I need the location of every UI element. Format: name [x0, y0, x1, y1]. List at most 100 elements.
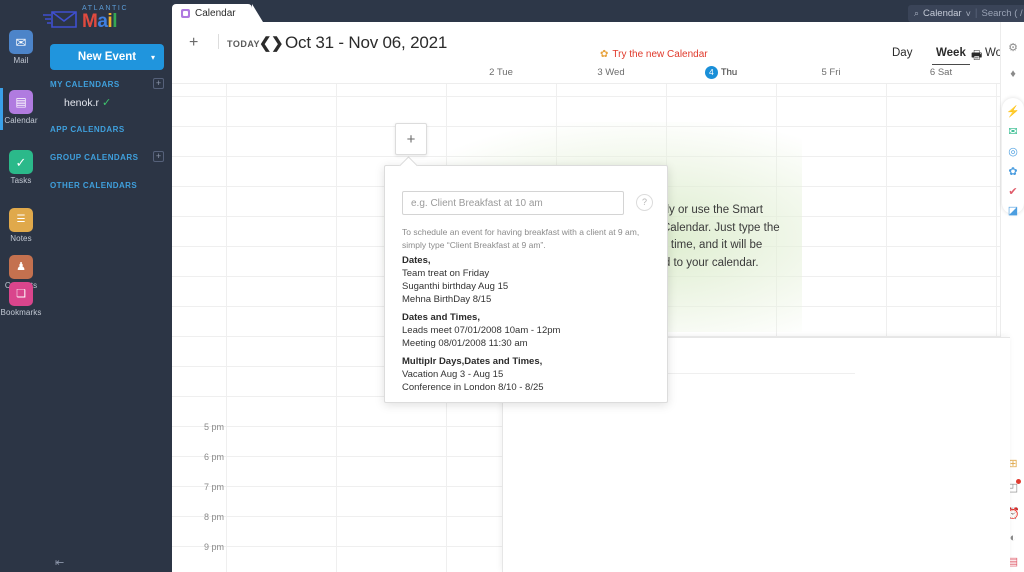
tab-calendar[interactable]: Calendar — [172, 4, 263, 22]
calendar-tab-icon — [181, 8, 190, 18]
section-line: Meeting 08/01/2008 11:30 am — [402, 338, 528, 349]
day-header-row: 2 Tue 3 Wed 4 Thu 5 Fri 6 Sat — [172, 62, 1008, 84]
time-label-5pm: 5 pm — [203, 422, 224, 432]
app-rail-label-mail: Mail — [13, 56, 29, 65]
toolbar-divider — [218, 34, 219, 49]
sparkle-icon: ✿ — [600, 49, 609, 60]
smart-add-plus-button[interactable]: + — [395, 123, 427, 155]
try-new-calendar-link[interactable]: ✿ Try the new Calendar — [600, 49, 708, 60]
app-rail-label-tasks: Tasks — [10, 176, 32, 185]
add-event-icon[interactable]: + — [189, 34, 198, 52]
search-input[interactable]: Search ( / ) — [981, 8, 1024, 19]
window-tabbar: Calendar ⌕ Calendar ˅ | Search ( / ) ☁ 🔔… — [172, 0, 1024, 22]
section-heading: Dates and Times, — [402, 312, 480, 323]
smart-add-popup: e.g. Client Breakfast at 10 am ? To sche… — [384, 165, 668, 403]
help-icon[interactable]: ? — [636, 194, 653, 211]
grid-hour-line — [172, 126, 1008, 127]
today-button[interactable]: TODAY — [227, 39, 260, 49]
bookmark-icon: ❏ — [9, 282, 33, 306]
day-header-wed[interactable]: 3 Wed — [556, 62, 666, 84]
calendar-entry-henok[interactable]: henok.r ✓ — [64, 96, 111, 109]
calendar-icon: ▤ — [9, 90, 33, 114]
app-rail-item-notes[interactable]: ☰ Notes — [0, 208, 42, 243]
time-label-8pm: 8 pm — [203, 512, 224, 522]
collapse-sidebar-icon[interactable]: ⇤ — [55, 556, 69, 569]
section-line: Leads meet 07/01/2008 10am - 12pm — [402, 325, 561, 336]
sidebar-group-my-calendars[interactable]: MY CALENDARS + — [50, 78, 164, 89]
app-rail-item-tasks[interactable]: ✓ Tasks — [0, 150, 42, 185]
prev-week-icon[interactable]: ❮ — [259, 34, 272, 52]
plug-icon[interactable]: ⚡ — [1005, 104, 1021, 120]
time-label-7pm: 7 pm — [203, 482, 224, 492]
view-tab-day[interactable]: Day — [892, 47, 912, 59]
search-icon: ⌕ — [914, 8, 920, 18]
new-event-button[interactable]: New Event ▾ — [50, 44, 164, 70]
chevron-down-icon[interactable]: ˅ — [966, 9, 971, 19]
chevron-down-icon: ▾ — [150, 52, 155, 62]
try-new-calendar-label: Try the new Calendar — [612, 49, 708, 60]
section-heading: Multiplr Days,Dates and Times, — [402, 356, 543, 367]
sidebar-group-label: MY CALENDARS — [50, 80, 120, 89]
smart-add-section-dates: Dates, Team treat on Friday Suganthi bir… — [402, 254, 652, 306]
add-group-calendar-icon[interactable]: + — [153, 151, 164, 162]
app-rail-item-bookmarks[interactable]: ❏ Bookmarks — [0, 282, 42, 317]
brand-big-text: Mail — [82, 11, 117, 32]
app-rail: ✉ Mail ▤ Calendar ✓ Tasks ☰ Notes ♟ Cont… — [0, 0, 42, 572]
brand-text: ATLANTIC Mail — [82, 5, 128, 31]
section-line: Conference in London 8/10 - 8/25 — [402, 382, 544, 393]
grid-hour-line — [172, 156, 1008, 157]
target-icon[interactable]: ◎ — [1005, 144, 1021, 160]
sidebar-group-label: OTHER CALENDARS — [50, 181, 138, 190]
grid-column-divider — [336, 84, 337, 572]
grid-column-divider — [226, 84, 227, 572]
section-line: Mehna BirthDay 8/15 — [402, 294, 492, 305]
next-week-icon[interactable]: ❯ — [271, 34, 284, 52]
sidebar-group-app-calendars[interactable]: APP CALENDARS — [50, 125, 164, 134]
envelope-logo-icon — [43, 11, 77, 28]
calendar-stage: + TODAY ❮ ❯ Oct 31 - Nov 06, 2021 ✿ Try … — [172, 22, 1024, 572]
app-rail-item-calendar[interactable]: ▤ Calendar — [0, 90, 42, 125]
app-rail-label-calendar: Calendar — [4, 116, 38, 125]
section-line: Team treat on Friday — [402, 268, 490, 279]
day-header-sat[interactable]: 6 Sat — [886, 62, 996, 84]
sidebar-group-label: APP CALENDARS — [50, 125, 125, 134]
check-icon: ✓ — [9, 150, 33, 174]
app-rail-label-bookmarks: Bookmarks — [0, 308, 42, 317]
mail-icon: ✉ — [9, 30, 33, 54]
view-tab-week[interactable]: Week — [932, 47, 970, 65]
notes-icon: ☰ — [9, 208, 33, 232]
flower-icon[interactable]: ✿ — [1005, 164, 1021, 180]
section-heading: Dates, — [402, 255, 431, 266]
settings-gear-icon[interactable]: ⚙ — [1005, 40, 1021, 56]
day-header-fri[interactable]: 5 Fri — [776, 62, 886, 84]
smart-add-input[interactable]: e.g. Client Breakfast at 10 am — [402, 191, 624, 215]
contacts-icon: ♟ — [9, 255, 33, 279]
app-rail-label-notes: Notes — [10, 234, 32, 243]
calendar-sidebar: ATLANTIC Mail New Event ▾ MY CALENDARS +… — [42, 0, 172, 572]
new-event-label: New Event — [77, 51, 137, 63]
check-icon: ✓ — [102, 97, 112, 109]
brand-logo: ATLANTIC Mail — [42, 4, 172, 38]
app-rail-item-mail[interactable]: ✉ Mail — [0, 30, 42, 65]
time-label-6pm: 6 pm — [203, 452, 224, 462]
chart-icon[interactable]: ◪ — [1005, 203, 1021, 219]
sidebar-group-other-calendars[interactable]: OTHER CALENDARS — [50, 181, 164, 190]
grid-hour-line — [172, 96, 1008, 97]
check-icon[interactable]: ✔ — [1005, 184, 1021, 200]
sidebar-group-label: GROUP CALENDARS — [50, 153, 139, 162]
calendar-entry-label: henok.r — [64, 97, 100, 109]
day-header-thu[interactable]: 4 Thu — [666, 62, 776, 84]
sidebar-group-group-calendars[interactable]: GROUP CALENDARS + — [50, 151, 164, 162]
shield-icon[interactable]: ♦ — [1005, 66, 1021, 82]
notification-dot — [1016, 479, 1021, 484]
smart-add-description: To schedule an event for having breakfas… — [402, 227, 640, 250]
search-divider: | — [974, 8, 978, 19]
tab-calendar-label: Calendar — [195, 7, 236, 19]
day-header-tue[interactable]: 2 Tue — [446, 62, 556, 84]
add-calendar-icon[interactable]: + — [153, 78, 164, 89]
search-scope-label[interactable]: Calendar — [923, 8, 962, 19]
smart-add-section-multiple: Multiplr Days,Dates and Times, Vacation … — [402, 355, 652, 394]
day-header-thu-label: Thu — [720, 67, 738, 78]
global-search-bar[interactable]: ⌕ Calendar ˅ | Search ( / ) — [908, 5, 1024, 22]
mail-app-icon[interactable]: ✉ — [1005, 124, 1021, 140]
